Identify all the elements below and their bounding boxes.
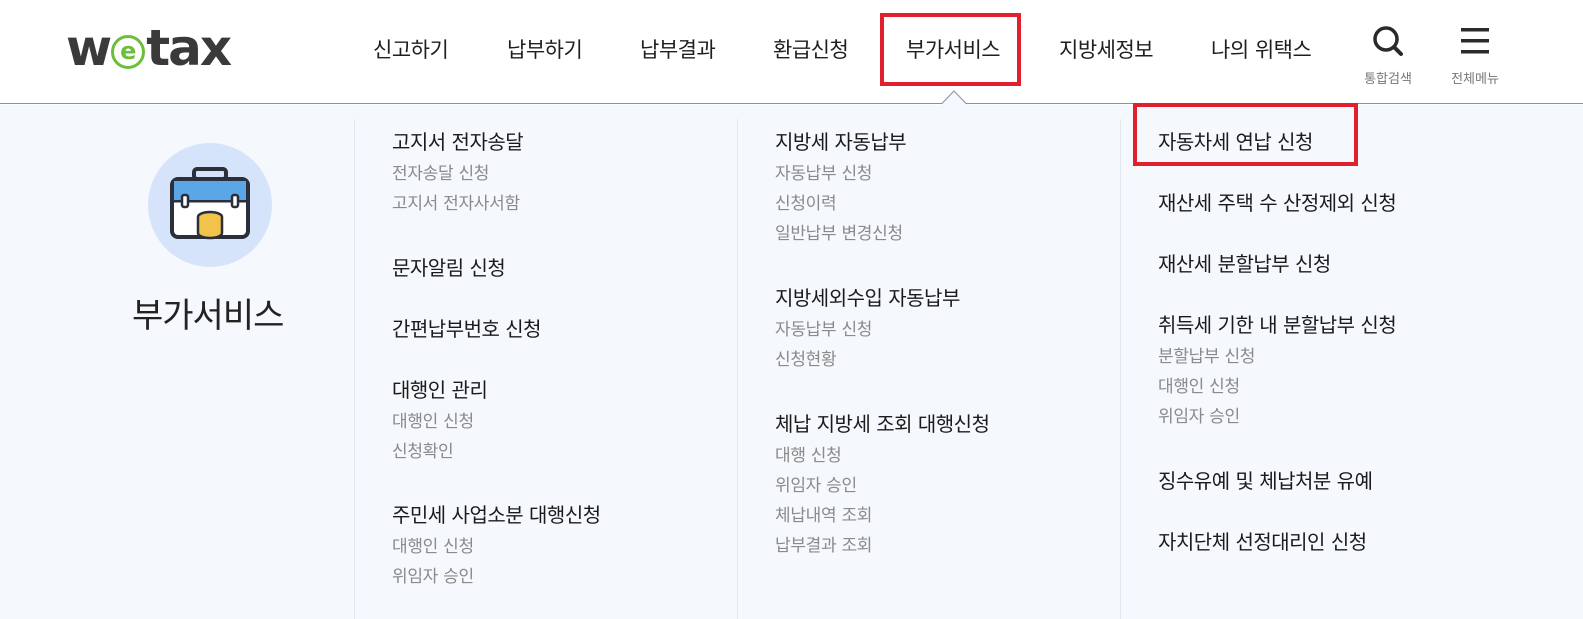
search-icon <box>1373 26 1403 56</box>
search-button[interactable]: 통합검색 <box>1353 24 1423 87</box>
menu-item-auto-pay[interactable]: 지방세 자동납부 <box>775 129 907 159</box>
submenu-item[interactable]: 위임자 승인 <box>1158 402 1396 432</box>
submenu-item[interactable]: 대행 신청 <box>775 441 989 471</box>
menu-group: 체납 지방세 조회 대행신청 대행 신청 위임자 승인 체납내역 조회 납부결과… <box>775 411 990 561</box>
submenu-item[interactable]: 전자송달 신청 <box>392 159 523 189</box>
submenu-item[interactable]: 신청확인 <box>392 437 487 467</box>
menu-group: 자치단체 선정대리인 신청 <box>1158 529 1367 559</box>
menu-group: 고지서 전자송달 전자송달 신청 고지서 전자사서함 <box>392 129 524 219</box>
menu-item-acquisition-tax-installment[interactable]: 취득세 기한 내 분할납부 신청 <box>1158 312 1397 342</box>
menu-item-property-tax-house-exclusion[interactable]: 재산세 주택 수 산정제외 신청 <box>1158 190 1397 220</box>
menu-group: 재산세 주택 수 산정제외 신청 <box>1158 190 1397 220</box>
menu-item-non-tax-auto-pay[interactable]: 지방세외수입 자동납부 <box>775 285 960 315</box>
submenu-item[interactable]: 신청이력 <box>775 189 906 219</box>
section-title: 부가서비스 <box>132 296 284 336</box>
logo-e-circle: e <box>111 35 146 69</box>
menu-group: 징수유예 및 체납처분 유예 <box>1158 468 1373 498</box>
nav-refund[interactable]: 환급신청 <box>773 34 849 64</box>
menu-group: 주민세 사업소분 대행신청 대행인 신청 위임자 승인 <box>392 502 601 592</box>
mega-menu-panel: 부가서비스 고지서 전자송달 전자송달 신청 고지서 전자사서함 문자알림 신청… <box>0 105 1583 619</box>
submenu-item[interactable]: 체납내역 조회 <box>775 501 989 531</box>
menu-item-e-delivery[interactable]: 고지서 전자송달 <box>392 129 524 159</box>
submenu-item[interactable]: 신청현황 <box>775 345 960 375</box>
submenu-item[interactable]: 자동납부 신청 <box>775 159 906 189</box>
nav-my-wetax[interactable]: 나의 위택스 <box>1211 34 1312 64</box>
menu-group: 간편납부번호 신청 <box>392 316 542 346</box>
submenu-item[interactable]: 위임자 승인 <box>775 471 989 501</box>
menu-item-resident-tax-agent[interactable]: 주민세 사업소분 대행신청 <box>392 502 601 532</box>
submenu-item[interactable]: 납부결과 조회 <box>775 531 989 561</box>
menu-item-delinquent-tax-agent[interactable]: 체납 지방세 조회 대행신청 <box>775 411 990 441</box>
section-badge <box>148 143 272 267</box>
menu-group: 문자알림 신청 <box>392 255 506 285</box>
all-menu-button[interactable]: 전체메뉴 <box>1440 24 1510 87</box>
submenu-item[interactable]: 분할납부 신청 <box>1158 342 1396 372</box>
logo-w: w <box>66 19 112 77</box>
menu-group: 취득세 기한 내 분할납부 신청 분할납부 신청 대행인 신청 위임자 승인 <box>1158 312 1397 432</box>
menu-item-collection-deferral[interactable]: 징수유예 및 체납처분 유예 <box>1158 468 1373 498</box>
all-menu-label: 전체메뉴 <box>1451 72 1499 87</box>
hamburger-menu-icon <box>1461 28 1489 54</box>
menu-item-sms-alert[interactable]: 문자알림 신청 <box>392 255 506 285</box>
submenu-item[interactable]: 대행인 신청 <box>392 532 601 562</box>
menu-group: 대행인 관리 대행인 신청 신청확인 <box>392 377 488 467</box>
menu-group: 지방세외수입 자동납부 자동납부 신청 신청현황 <box>775 285 960 375</box>
top-header: w e tax 신고하기 납부하기 납부결과 환급신청 부가서비스 지방세정보 나의… <box>0 0 1583 104</box>
submenu-item[interactable]: 대행인 신청 <box>1158 372 1396 402</box>
wetax-logo[interactable]: w e tax <box>66 19 232 77</box>
menu-group: 지방세 자동납부 자동납부 신청 신청이력 일반납부 변경신청 <box>775 129 907 249</box>
active-nav-highlight <box>880 13 1021 86</box>
column-divider <box>354 119 355 619</box>
column-divider <box>737 119 738 619</box>
search-label: 통합검색 <box>1364 72 1412 87</box>
nav-payment-result[interactable]: 납부결과 <box>640 34 716 64</box>
menu-item-highlight <box>1133 103 1358 166</box>
submenu-item[interactable]: 자동납부 신청 <box>775 315 960 345</box>
nav-payment[interactable]: 납부하기 <box>507 34 583 64</box>
menu-item-property-tax-installment[interactable]: 재산세 분할납부 신청 <box>1158 251 1331 281</box>
logo-tax: tax <box>146 19 232 77</box>
dropdown-caret-icon <box>941 90 967 105</box>
menu-item-agent-management[interactable]: 대행인 관리 <box>392 377 488 407</box>
submenu-item[interactable]: 위임자 승인 <box>392 562 601 592</box>
nav-local-tax-info[interactable]: 지방세정보 <box>1059 34 1154 64</box>
column-divider <box>1120 119 1121 619</box>
menu-item-easy-pay-number[interactable]: 간편납부번호 신청 <box>392 316 542 346</box>
submenu-item[interactable]: 고지서 전자사서함 <box>392 189 523 219</box>
submenu-item[interactable]: 대행인 신청 <box>392 407 487 437</box>
briefcase-coins-icon <box>170 167 250 240</box>
submenu-item[interactable]: 일반납부 변경신청 <box>775 219 906 249</box>
menu-item-designated-agent[interactable]: 자치단체 선정대리인 신청 <box>1158 529 1367 559</box>
nav-report[interactable]: 신고하기 <box>373 34 449 64</box>
menu-group: 재산세 분할납부 신청 <box>1158 251 1331 281</box>
